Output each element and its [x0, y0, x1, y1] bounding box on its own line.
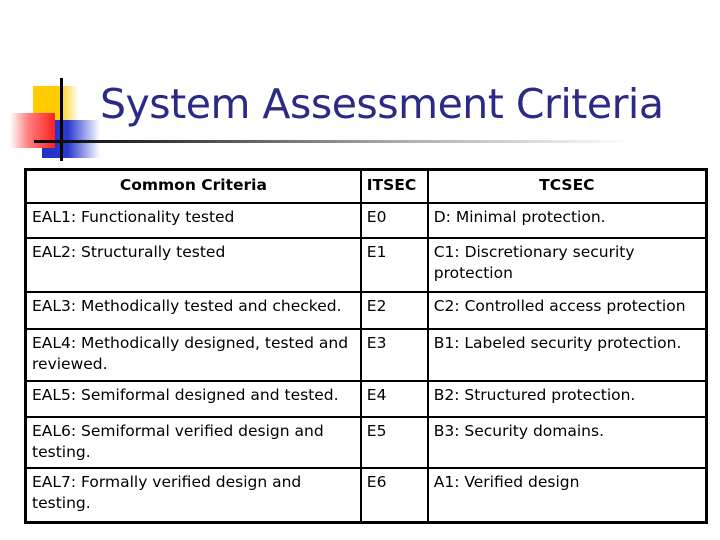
- itsec-cell: E2: [359, 291, 429, 330]
- tcsec-cell: C1: Discretionary security protection: [426, 237, 708, 293]
- vertical-rule: [60, 78, 63, 161]
- itsec-cell: E6: [359, 467, 429, 524]
- tcsec-cell: A1: Verified design: [426, 467, 708, 524]
- itsec-cell: E0: [359, 202, 429, 239]
- tcsec-cell: B1: Labeled security protection.: [426, 328, 708, 382]
- cc-cell: EAL1: Functionality tested: [24, 202, 362, 239]
- table-header-row: Common Criteria ITSEC TCSEC: [24, 168, 708, 204]
- slide-title: System Assessment Criteria: [100, 80, 664, 128]
- header-tcsec: TCSEC: [426, 168, 708, 204]
- header-itsec: ITSEC: [359, 168, 429, 204]
- table-row: EAL6: Semiformal verified design and tes…: [24, 416, 708, 469]
- table-row: EAL5: Semiformal designed and tested. E4…: [24, 380, 708, 418]
- criteria-comparison-table: Common Criteria ITSEC TCSEC EAL1: Functi…: [24, 168, 708, 524]
- itsec-cell: E4: [359, 380, 429, 418]
- tcsec-cell: D: Minimal protection.: [426, 202, 708, 239]
- itsec-cell: E1: [359, 237, 429, 293]
- cc-cell: EAL2: Structurally tested: [24, 237, 362, 293]
- tcsec-cell: B3: Security domains.: [426, 416, 708, 469]
- header-common-criteria: Common Criteria: [24, 168, 362, 204]
- cc-cell: EAL3: Methodically tested and checked.: [24, 291, 362, 330]
- tcsec-cell: C2: Controlled access protection: [426, 291, 708, 330]
- table-row: EAL2: Structurally tested E1 C1: Discret…: [24, 237, 708, 293]
- cc-cell: EAL7: Formally verified design and testi…: [24, 467, 362, 524]
- cc-cell: EAL4: Methodically designed, tested and …: [24, 328, 362, 382]
- itsec-cell: E3: [359, 328, 429, 382]
- title-underline-rule: [34, 140, 634, 143]
- cc-cell: EAL6: Semiformal verified design and tes…: [24, 416, 362, 469]
- itsec-cell: E5: [359, 416, 429, 469]
- table-row: EAL1: Functionality tested E0 D: Minimal…: [24, 202, 708, 239]
- tcsec-cell: B2: Structured protection.: [426, 380, 708, 418]
- cc-cell: EAL5: Semiformal designed and tested.: [24, 380, 362, 418]
- table-row: EAL3: Methodically tested and checked. E…: [24, 291, 708, 330]
- table-row: EAL4: Methodically designed, tested and …: [24, 328, 708, 382]
- table-row: EAL7: Formally verified design and testi…: [24, 467, 708, 524]
